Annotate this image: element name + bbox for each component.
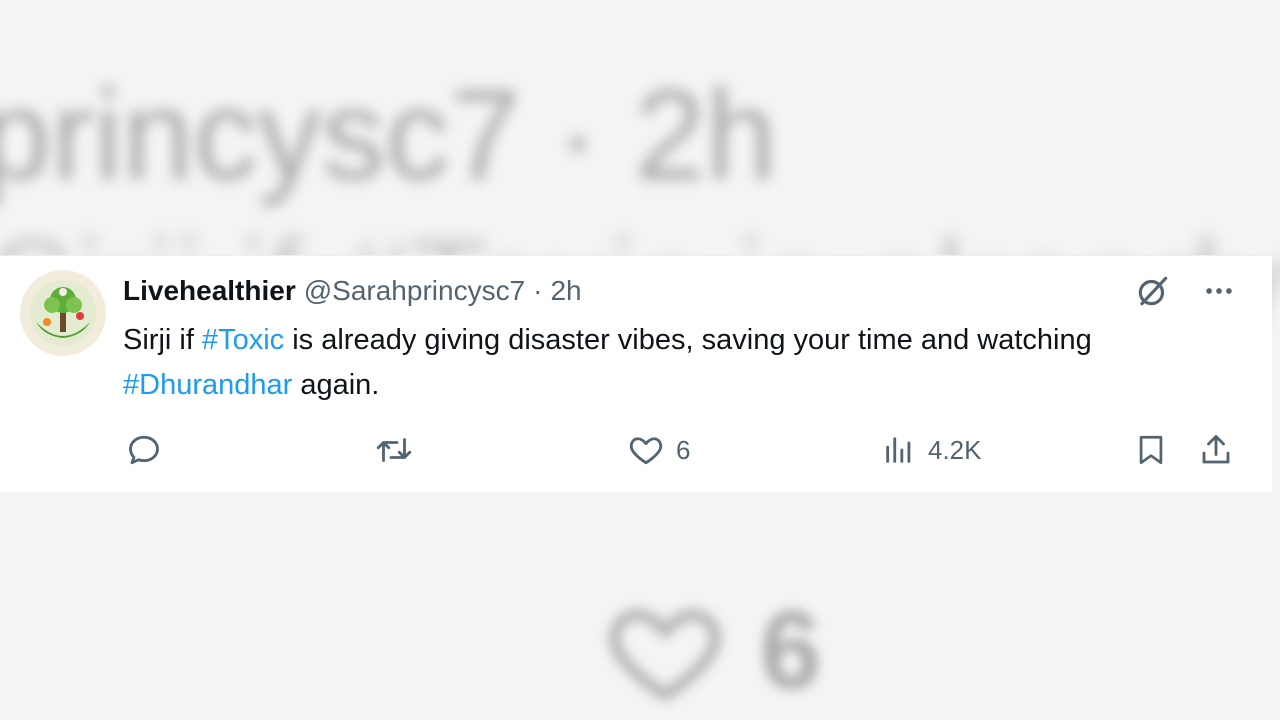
- like-count: 6: [676, 434, 691, 465]
- repost-icon: [376, 438, 412, 462]
- tweet-header: Livehealthier @Sarahprincysc7 · 2h: [123, 272, 582, 310]
- blurred-like: 6: [600, 589, 840, 712]
- text-part: is already giving disaster vibes, saving…: [284, 324, 1092, 356]
- grok-icon[interactable]: [1134, 272, 1172, 310]
- text-part: Sirji if: [123, 324, 202, 356]
- tweet-card[interactable]: Livehealthier @Sarahprincysc7 · 2h Sirji…: [0, 255, 1272, 492]
- more-icon[interactable]: [1202, 274, 1236, 308]
- timestamp[interactable]: 2h: [550, 275, 581, 307]
- reply-button[interactable]: [126, 432, 174, 468]
- heart-icon: [629, 437, 663, 465]
- text-part: again.: [292, 369, 380, 401]
- like-button[interactable]: 6: [628, 432, 690, 468]
- action-bar: 6 4.2K: [0, 432, 1272, 476]
- avatar[interactable]: [20, 270, 106, 356]
- hashtag-toxic[interactable]: #Toxic: [202, 324, 284, 356]
- blurred-handle-text: princysc7 · 2h: [0, 64, 777, 207]
- views-icon: [886, 437, 911, 463]
- share-button[interactable]: [1198, 432, 1234, 468]
- tree-logo-icon: [20, 270, 106, 356]
- repost-button[interactable]: [374, 432, 426, 468]
- hashtag-dhurandhar[interactable]: #Dhurandhar: [123, 369, 292, 401]
- tweet-text: Sirji if #Toxic is already giving disast…: [123, 318, 1253, 408]
- separator: ·: [533, 275, 543, 306]
- reply-icon: [129, 435, 159, 465]
- bookmark-icon: [1139, 435, 1163, 465]
- user-handle[interactable]: @Sarahprincysc7: [304, 275, 525, 307]
- display-name[interactable]: Livehealthier: [123, 275, 296, 307]
- blurred-like-count: 6: [760, 588, 822, 712]
- blurred-heart-icon: [609, 609, 721, 702]
- views-button[interactable]: 4.2K: [882, 432, 982, 468]
- tweet-top-icons: [1134, 272, 1236, 310]
- share-icon: [1202, 435, 1230, 464]
- views-count: 4.2K: [928, 434, 982, 465]
- bookmark-button[interactable]: [1134, 432, 1168, 468]
